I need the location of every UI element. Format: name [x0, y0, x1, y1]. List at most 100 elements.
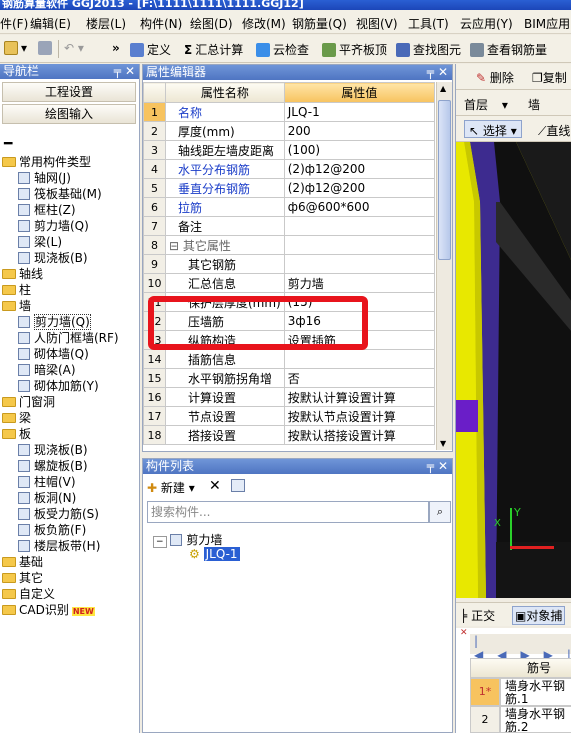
- nav-folder[interactable]: CAD识别 NEW: [2, 602, 95, 618]
- nav-item[interactable]: 柱帽(V): [18, 474, 76, 490]
- menu-component[interactable]: 构件(N): [140, 15, 182, 32]
- delete-button[interactable]: ✎ 删除: [476, 69, 514, 86]
- property-value[interactable]: 否: [283, 368, 436, 388]
- property-row[interactable]: 3 轴线距左墙皮距离 (100): [143, 140, 436, 160]
- pin-icon[interactable]: ╤: [427, 65, 434, 80]
- property-row[interactable]: 7 备注: [143, 216, 436, 236]
- grid-nav[interactable]: |◀◀▶▶|: [470, 634, 571, 662]
- copy-icon[interactable]: [231, 479, 245, 492]
- property-value[interactable]: 按默认搭接设置计算: [283, 425, 436, 445]
- property-value[interactable]: ф6@600*600: [283, 197, 436, 217]
- floor-select[interactable]: 首层 ▾: [464, 96, 508, 113]
- copy-button[interactable]: ❐复制: [532, 69, 567, 86]
- property-value[interactable]: [283, 216, 436, 236]
- nav-folder[interactable]: 门窗洞: [2, 394, 55, 410]
- collapse-icon[interactable]: ━: [4, 136, 12, 152]
- nav-folder[interactable]: 轴线: [2, 266, 43, 282]
- menu-modify[interactable]: 修改(M): [242, 15, 286, 32]
- collapse-icon[interactable]: ⊟: [169, 239, 183, 253]
- property-row[interactable]: 5 垂直分布钢筋 (2)ф12@200: [143, 178, 436, 198]
- snap-button[interactable]: ▣对象捕: [512, 606, 566, 625]
- flat-slab-button[interactable]: 平齐板顶: [322, 41, 387, 58]
- close-icon[interactable]: ✕: [438, 459, 448, 474]
- delete-icon[interactable]: ✕: [209, 478, 221, 494]
- type-select[interactable]: 墙: [528, 96, 540, 113]
- select-button[interactable]: ↖ 选择 ▾: [464, 120, 522, 138]
- property-row[interactable]: 10 汇总信息 剪力墙: [143, 273, 436, 293]
- nav-folder[interactable]: 梁: [2, 410, 31, 426]
- nav-item[interactable]: 剪力墙(Q): [18, 314, 91, 330]
- property-row[interactable]: 8 ⊟ 其它属性: [143, 235, 436, 255]
- property-row[interactable]: 2 厚度(mm) 200: [143, 121, 436, 141]
- property-row[interactable]: 4 水平分布钢筋 (2)ф12@200: [143, 159, 436, 179]
- nav-item[interactable]: 螺旋板(B): [18, 458, 88, 474]
- property-value[interactable]: [283, 235, 436, 255]
- nav-item[interactable]: 梁(L): [18, 234, 62, 250]
- property-value[interactable]: [283, 349, 436, 369]
- menu-draw[interactable]: 绘图(D): [190, 15, 233, 32]
- property-value[interactable]: (100): [283, 140, 436, 160]
- property-value[interactable]: 200: [283, 121, 436, 141]
- property-row[interactable]: 16 计算设置 按默认计算设置计算: [143, 387, 436, 407]
- grid-close-icon[interactable]: ✕: [460, 628, 468, 638]
- collapse-icon[interactable]: −: [153, 536, 167, 548]
- menu-floor[interactable]: 楼层(L): [86, 15, 126, 32]
- scroll-thumb[interactable]: [438, 100, 451, 260]
- nav-item[interactable]: 轴网(J): [18, 170, 71, 186]
- cloud-check-button[interactable]: 云检查: [256, 41, 309, 58]
- property-value[interactable]: 按默认计算设置计算: [283, 387, 436, 407]
- nav-item[interactable]: 楼层板带(H): [18, 538, 100, 554]
- ortho-button[interactable]: ╞ 正交: [460, 607, 495, 624]
- drawing-canvas[interactable]: Y X: [456, 142, 571, 598]
- menu-view[interactable]: 视图(V): [356, 15, 398, 32]
- property-row[interactable]: 1 名称 JLQ-1: [143, 102, 436, 122]
- property-value[interactable]: 按默认节点设置计算: [283, 406, 436, 426]
- nav-item[interactable]: 框柱(Z): [18, 202, 76, 218]
- property-value[interactable]: 剪力墙: [283, 273, 436, 293]
- nav-folder[interactable]: 自定义: [2, 586, 55, 602]
- pin-icon[interactable]: ╤: [114, 64, 121, 79]
- search-input[interactable]: 搜索构件...: [147, 501, 429, 523]
- property-row[interactable]: 18 搭接设置 按默认搭接设置计算: [143, 425, 436, 445]
- nav-folder[interactable]: 柱: [2, 282, 31, 298]
- nav-folder[interactable]: 常用构件类型: [2, 154, 91, 170]
- tree-group-shear-wall[interactable]: − 剪力墙: [153, 531, 222, 548]
- property-row[interactable]: 17 节点设置 按默认节点设置计算: [143, 406, 436, 426]
- draw-input-button[interactable]: 绘图输入: [2, 104, 136, 124]
- menu-rebar[interactable]: 钢筋量(Q): [292, 15, 347, 32]
- nav-folder[interactable]: 基础: [2, 554, 43, 570]
- sum-calc-button[interactable]: Σ 汇总计算: [184, 41, 243, 58]
- property-value[interactable]: (2)ф12@200: [283, 178, 436, 198]
- property-value[interactable]: JLQ-1: [283, 102, 436, 122]
- grid-row-name[interactable]: 墙身水平钢筋.1: [500, 678, 571, 706]
- property-row[interactable]: 15 水平钢筋拐角增否: [143, 368, 436, 388]
- nav-folder[interactable]: 墙: [2, 298, 31, 314]
- property-row[interactable]: 6 拉筋 ф6@600*600: [143, 197, 436, 217]
- property-value[interactable]: [283, 254, 436, 274]
- property-row[interactable]: 14 插筋信息: [143, 349, 436, 369]
- nav-folder[interactable]: 其它: [2, 570, 43, 586]
- nav-item[interactable]: 筏板基础(M): [18, 186, 102, 202]
- nav-item[interactable]: 现浇板(B): [18, 250, 88, 266]
- grid-row-name[interactable]: 墙身水平钢筋.2: [500, 706, 571, 733]
- tree-item-jlq1[interactable]: ⚙ JLQ-1: [189, 547, 240, 561]
- scroll-up-icon[interactable]: ▲: [440, 84, 446, 93]
- nav-item[interactable]: 板洞(N): [18, 490, 76, 506]
- save-icon[interactable]: [38, 41, 55, 55]
- nav-item[interactable]: 剪力墙(Q): [18, 218, 89, 234]
- nav-item[interactable]: 砌体加筋(Y): [18, 378, 99, 394]
- undo-icon[interactable]: ↶ ▾: [64, 41, 84, 55]
- nav-folder[interactable]: 板: [2, 426, 31, 442]
- property-value[interactable]: (2)ф12@200: [283, 159, 436, 179]
- find-element-button[interactable]: 查找图元: [396, 41, 461, 58]
- nav-item[interactable]: 暗梁(A): [18, 362, 76, 378]
- nav-item[interactable]: 人防门框墙(RF): [18, 330, 119, 346]
- project-settings-button[interactable]: 工程设置: [2, 82, 136, 102]
- menu-tools[interactable]: 工具(T): [408, 15, 449, 32]
- menu-edit[interactable]: 编辑(E): [30, 15, 71, 32]
- overflow-icon[interactable]: »: [112, 41, 120, 55]
- nav-item[interactable]: 板受力筋(S): [18, 506, 99, 522]
- menu-cloud[interactable]: 云应用(Y): [460, 15, 513, 32]
- menu-file[interactable]: 件(F): [0, 15, 28, 32]
- search-icon[interactable]: ⌕: [429, 501, 451, 523]
